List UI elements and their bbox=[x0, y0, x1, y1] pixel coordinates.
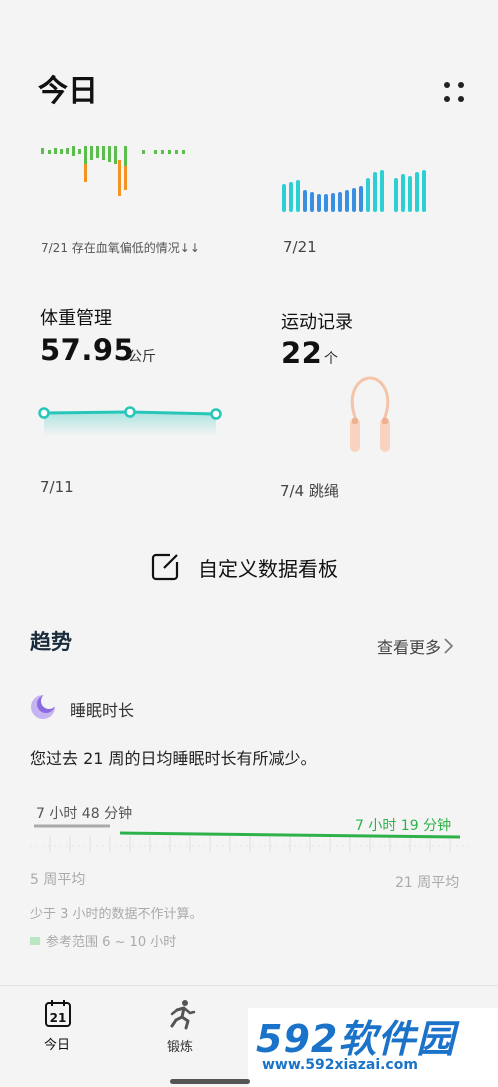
calendar-date: 21 bbox=[50, 1011, 67, 1025]
chevron-right-icon bbox=[444, 638, 454, 654]
heart-rate-caption: 7/21 bbox=[283, 238, 317, 256]
weight-point bbox=[210, 408, 222, 420]
edit-icon bbox=[151, 553, 179, 581]
avg-5w-label: 5 周平均 bbox=[30, 872, 86, 888]
reference-range: 参考范围 6 ~ 10 小时 bbox=[30, 931, 176, 950]
more-options-icon[interactable] bbox=[440, 78, 472, 110]
home-indicator[interactable] bbox=[170, 1079, 250, 1084]
avg-21w-label: 21 周平均 bbox=[395, 875, 460, 891]
weight-trend-chart[interactable] bbox=[34, 398, 230, 438]
avg-21w-value: 7 小时 19 分钟 bbox=[355, 818, 452, 834]
spo2-chart[interactable] bbox=[38, 138, 198, 202]
weight-card-title[interactable]: 体重管理 bbox=[40, 304, 112, 330]
spo2-caption: 7/21 存在血氧偏低的情况↓↓ bbox=[41, 241, 200, 255]
heart-rate-bars bbox=[282, 170, 426, 212]
reference-range-label: 参考范围 6 ~ 10 小时 bbox=[46, 935, 177, 950]
reference-swatch bbox=[30, 936, 40, 945]
jump-rope-icon bbox=[350, 376, 390, 452]
weight-point bbox=[124, 406, 136, 418]
see-more-label: 查看更多 bbox=[377, 638, 442, 657]
customize-dashboard-button[interactable]: 自定义数据看板 bbox=[150, 550, 338, 584]
running-icon[interactable] bbox=[165, 998, 197, 1030]
calculation-note: 少于 3 小时的数据不作计算。 bbox=[30, 907, 203, 922]
sleep-description: 您过去 21 周的日均睡眠时长有所减少。 bbox=[30, 749, 317, 768]
activity-unit: 个 bbox=[324, 351, 338, 367]
page-title: 今日 bbox=[38, 74, 98, 109]
see-more-link[interactable]: 查看更多 bbox=[377, 634, 455, 658]
activity-value: 22 bbox=[281, 336, 323, 370]
calendar-icon[interactable]: 21 bbox=[44, 998, 72, 1028]
nav-divider bbox=[0, 985, 498, 986]
weight-unit: 公斤 bbox=[128, 349, 156, 365]
moon-icon bbox=[31, 694, 56, 719]
sleep-duration-label[interactable]: 睡眠时长 bbox=[70, 697, 134, 721]
weight-point bbox=[38, 407, 50, 419]
customize-dashboard-label: 自定义数据看板 bbox=[198, 556, 338, 581]
weight-caption: 7/11 bbox=[40, 478, 74, 496]
sleep-ticks bbox=[49, 836, 451, 852]
watermark-url: www.592xiazai.com bbox=[262, 1057, 418, 1073]
nav-exercise-label[interactable]: 锻炼 bbox=[167, 1036, 193, 1055]
nav-today-label[interactable]: 今日 bbox=[44, 1034, 70, 1053]
avg-5w-value: 7 小时 48 分钟 bbox=[36, 806, 133, 822]
trends-title: 趋势 bbox=[30, 630, 72, 654]
heart-rate-chart[interactable] bbox=[279, 164, 439, 214]
activity-card-title[interactable]: 运动记录 bbox=[281, 308, 353, 334]
watermark-logo: 592软件园 bbox=[256, 1017, 456, 1061]
activity-caption: 7/4 跳绳 bbox=[280, 482, 339, 500]
spo2-bars bbox=[41, 146, 185, 196]
weight-value: 57.95 bbox=[40, 333, 135, 367]
